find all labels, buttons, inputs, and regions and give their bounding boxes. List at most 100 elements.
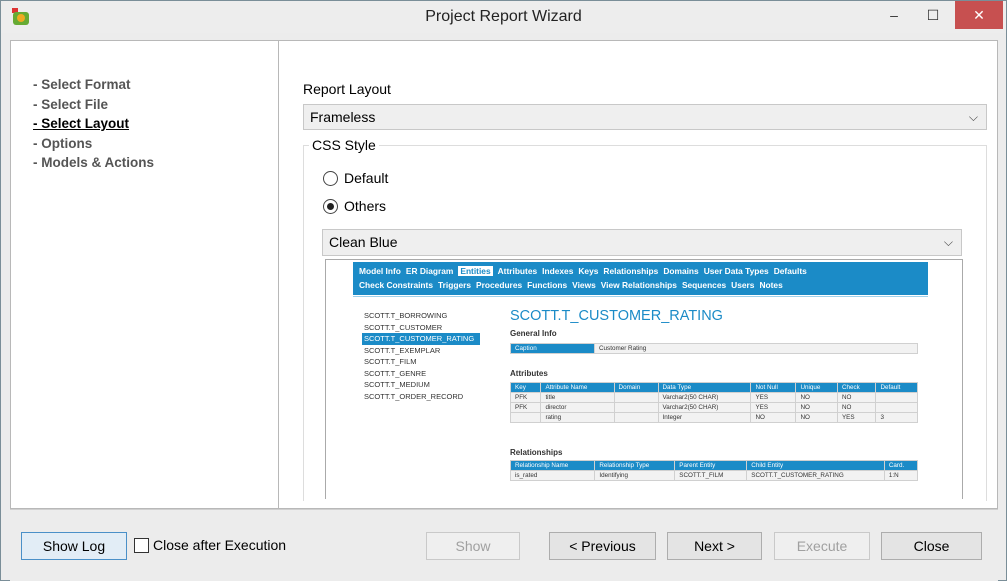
table-cell: 3 — [875, 412, 918, 423]
preview-nav-item: Notes — [759, 280, 783, 290]
table-cell — [613, 412, 659, 423]
table-header-cell: Relationship Type — [594, 460, 676, 471]
window-title: Project Report Wizard — [425, 8, 582, 25]
list-item: SCOTT.T_BORROWING — [364, 311, 448, 320]
preview-general-table: Caption Customer Rating — [510, 343, 918, 354]
table-cell: YES — [750, 392, 797, 403]
table-header-cell: Child Entity — [746, 460, 885, 471]
preview-nav-item: Users — [731, 280, 755, 290]
list-item: SCOTT.T_GENRE — [364, 368, 427, 378]
table-cell: NO — [795, 412, 838, 423]
table-row: is_rated Identifying SCOTT.T_FILM SCOTT.T_C… — [509, 470, 919, 481]
table-cell: director — [540, 402, 615, 413]
preview-nav-item: ER Diagram — [405, 266, 454, 276]
list-item: SCOTT.T_CUSTOMER_RATING — [362, 333, 480, 345]
css-style-value: Clean Blue — [329, 234, 398, 250]
preview-nav-item: Domains — [663, 266, 699, 276]
list-item: SCOTT.T_FILM — [364, 357, 417, 366]
table-header-row: Key Attribute Name Domain Data Type Not Null… — [509, 382, 918, 393]
preview-nav-item: View Relationships — [600, 280, 677, 290]
table-cell: title — [540, 392, 615, 403]
table-row: rating Integer NO NO YES 3 — [509, 412, 918, 423]
table-row: PFK title Varchar2(50 CHAR) YES NO NO — [509, 392, 918, 403]
table-cell: Varchar2(50 CHAR) — [657, 392, 752, 403]
table-cell: SCOTT.T_CUSTOMER_RATING — [746, 470, 885, 481]
previous-button[interactable]: < Previous — [549, 532, 656, 560]
radio-default-row[interactable]: Default — [323, 170, 388, 186]
table-cell — [613, 402, 659, 413]
steps-panel: - Select Format - Select File - Select Lay… — [10, 40, 278, 509]
table-cell — [875, 392, 918, 403]
table-cell: NO — [836, 402, 877, 413]
table-cell: PFK — [509, 402, 542, 413]
radio-others[interactable] — [323, 198, 338, 214]
step-item: - Select Layout — [33, 116, 130, 131]
table-header-cell: Data Type — [657, 382, 752, 393]
close-window-button[interactable]: ✕ — [955, 1, 1003, 29]
preview-nav-item: Triggers — [438, 280, 472, 290]
table-cell: rating — [540, 412, 615, 423]
show-log-button[interactable]: Show Log — [21, 532, 127, 560]
next-button[interactable]: Next > — [667, 532, 762, 560]
css-style-legend: CSS Style — [309, 137, 379, 153]
list-item: SCOTT.T_MEDIUM — [364, 380, 430, 389]
css-style-select[interactable]: Clean Blue ⌵ — [322, 229, 962, 256]
table-cell — [875, 402, 918, 413]
preview-nav-row: Check Constraints Triggers Procedures Funct… — [359, 278, 922, 292]
radio-others-row[interactable]: Others — [323, 198, 386, 214]
close-after-execution-label: Close after Execution — [153, 537, 287, 553]
close-after-execution-checkbox[interactable] — [134, 537, 149, 553]
table-row: Caption Customer Rating — [510, 343, 918, 354]
report-layout-label: Report Layout — [303, 81, 391, 97]
preview-attributes-table: Key Attribute Name Domain Data Type Not Null… — [509, 382, 918, 423]
preview-divider — [353, 296, 928, 297]
preview-relationships-table: Relationship Name Relationship Type Parent… — [509, 460, 919, 481]
layout-panel: Report Layout Frameless ⌵ CSS Style Defa… — [278, 40, 998, 509]
radio-default[interactable] — [323, 170, 338, 186]
table-header-cell: Check — [836, 382, 877, 393]
table-header-row: Relationship Name Relationship Type Parent… — [509, 460, 919, 471]
show-button[interactable]: Show — [426, 532, 520, 560]
report-layout-select[interactable]: Frameless ⌵ — [303, 104, 987, 130]
maximize-button[interactable]: ☐ — [913, 1, 953, 31]
preview-general-info-heading: General Info — [510, 329, 557, 338]
table-cell: 1:N — [883, 470, 919, 481]
table-cell: Varchar2(50 CHAR) — [657, 402, 752, 413]
preview-nav-item: Keys — [578, 266, 599, 276]
step-item: - Select File — [33, 96, 109, 112]
style-preview: Model Info ER Diagram Entities Attributes In… — [325, 259, 963, 499]
table-header-cell: Attribute Name — [540, 382, 615, 393]
radio-others-label: Others — [344, 198, 387, 214]
step-item: - Select Format — [33, 77, 131, 92]
preview-nav-row: Model Info ER Diagram Entities Attributes In… — [359, 264, 922, 278]
caption-key: Caption — [510, 343, 595, 354]
list-item: SCOTT.T_EXEMPLAR — [364, 345, 441, 355]
table-cell: NO — [836, 392, 877, 403]
table-cell: Integer — [657, 412, 752, 423]
preview-nav-item: Entities — [458, 266, 493, 276]
chevron-down-icon: ⌵ — [943, 235, 953, 249]
table-cell: Identifying — [594, 470, 676, 481]
table-cell: PFK — [509, 392, 542, 403]
table-header-cell: Not Null — [750, 382, 797, 393]
table-row: PFK director Varchar2(50 CHAR) YES NO NO — [509, 402, 918, 413]
table-header-cell: Domain — [613, 382, 659, 393]
table-header-cell: Card. — [883, 460, 919, 471]
table-cell — [509, 412, 542, 423]
close-after-execution-row[interactable]: Close after Execution — [134, 537, 286, 553]
preview-nav-item: Indexes — [542, 266, 574, 276]
caption-value: Customer Rating — [594, 343, 918, 354]
list-item: SCOTT.T_CUSTOMER — [364, 322, 443, 332]
step-item: - Models & Actions — [33, 155, 155, 170]
step-item: - Options — [33, 135, 93, 151]
execute-button[interactable]: Execute — [774, 532, 870, 560]
preview-relationships-heading: Relationships — [510, 448, 563, 457]
close-button[interactable]: Close — [881, 532, 982, 560]
preview-entity-title: SCOTT.T_CUSTOMER_RATING — [510, 308, 723, 324]
table-cell: YES — [836, 412, 877, 423]
minimize-button[interactable]: – — [874, 1, 914, 31]
table-cell: NO — [795, 392, 838, 403]
chevron-down-icon: ⌵ — [968, 110, 978, 124]
table-cell: NO — [795, 402, 838, 413]
table-header-cell: Default — [875, 382, 918, 393]
